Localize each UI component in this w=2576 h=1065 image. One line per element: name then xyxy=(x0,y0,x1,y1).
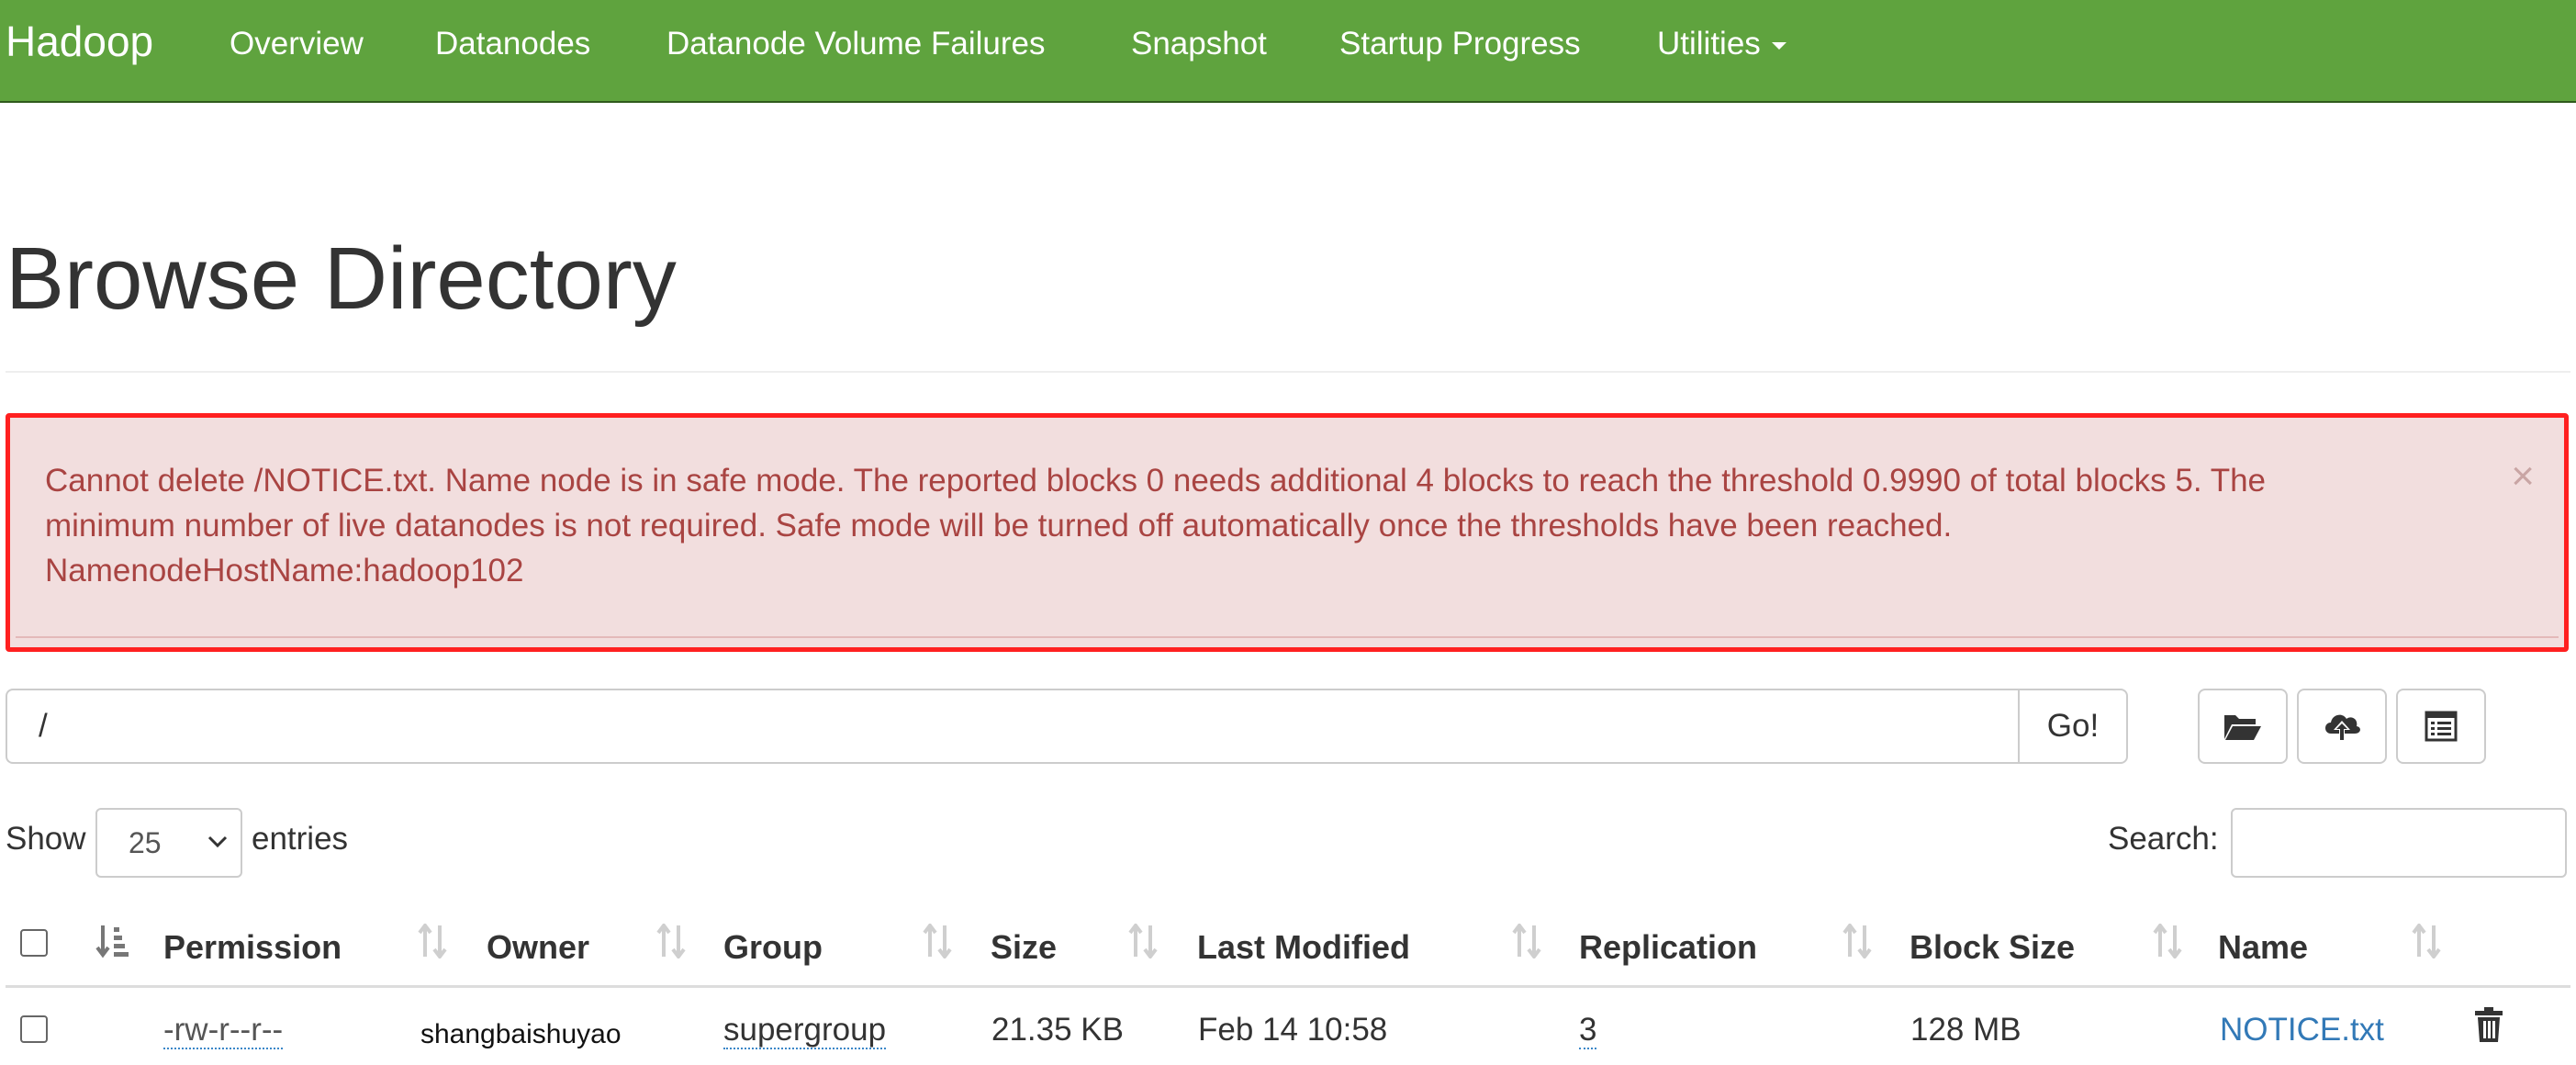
sort-icon[interactable] xyxy=(655,924,689,958)
last-modified-cell: Feb 14 10:58 xyxy=(1198,1012,1388,1048)
show-label: Show xyxy=(6,821,86,857)
search-input[interactable] xyxy=(2231,808,2567,878)
alert-line: NamenodeHostName:hadoop102 xyxy=(45,553,524,589)
permission-cell[interactable]: -rw-r--r-- xyxy=(163,1014,284,1049)
brand-link[interactable]: Hadoop xyxy=(6,20,153,62)
column-header-replication[interactable]: Replication xyxy=(1579,931,1757,964)
nav-datanode-volume-failures[interactable]: Datanode Volume Failures xyxy=(666,28,1045,60)
close-icon[interactable]: × xyxy=(2511,456,2535,497)
select-all-checkbox[interactable] xyxy=(20,929,48,957)
nav-datanodes[interactable]: Datanodes xyxy=(435,28,590,60)
go-button[interactable]: Go! xyxy=(2018,689,2128,764)
sort-icon[interactable] xyxy=(1127,924,1160,958)
search-label: Search: xyxy=(2108,821,2219,857)
column-header-group[interactable]: Group xyxy=(723,931,823,964)
column-header-owner[interactable]: Owner xyxy=(487,931,589,964)
sort-amount-asc-icon[interactable] xyxy=(95,924,130,960)
nav-snapshot[interactable]: Snapshot xyxy=(1131,28,1267,60)
title-divider xyxy=(6,371,2570,373)
sort-icon[interactable] xyxy=(417,924,450,958)
column-header-size[interactable]: Size xyxy=(991,931,1057,964)
sort-icon[interactable] xyxy=(922,924,955,958)
column-header-block-size[interactable]: Block Size xyxy=(1910,931,2075,964)
table-header: Permission Owner Group Size Last Modifie… xyxy=(6,903,2570,988)
column-header-permission[interactable]: Permission xyxy=(163,931,342,964)
block-size-cell: 128 MB xyxy=(1910,1012,2022,1048)
nav-overview[interactable]: Overview xyxy=(230,28,364,60)
file-name-link[interactable]: NOTICE.txt xyxy=(2220,1014,2384,1046)
alert-line: minimum number of live datanodes is not … xyxy=(45,508,1953,544)
page-title: Browse Directory xyxy=(6,230,677,328)
entries-label: entries xyxy=(252,821,349,857)
trash-icon[interactable] xyxy=(2473,1006,2504,1043)
column-header-last-modified[interactable]: Last Modified xyxy=(1197,931,1410,964)
sort-icon[interactable] xyxy=(2411,924,2444,958)
alert-message: Cannot delete /NOTICE.txt. Name node is … xyxy=(45,458,2450,593)
size-cell: 21.35 KB xyxy=(991,1012,1124,1048)
row-select-checkbox[interactable] xyxy=(20,1015,48,1043)
nav-utilities-dropdown[interactable]: Utilities xyxy=(1657,28,1786,60)
folder-open-icon xyxy=(2224,715,2261,740)
error-alert: Cannot delete /NOTICE.txt. Name node is … xyxy=(6,413,2569,652)
replication-cell[interactable]: 3 xyxy=(1579,1014,1597,1049)
cloud-upload-icon xyxy=(2325,714,2360,741)
column-header-name[interactable]: Name xyxy=(2218,931,2308,964)
cut-paste-button[interactable] xyxy=(2396,689,2486,764)
owner-cell: shangbaishuyao xyxy=(420,1019,622,1049)
create-directory-button[interactable] xyxy=(2198,689,2288,764)
group-cell[interactable]: supergroup xyxy=(723,1014,887,1049)
caret-down-icon xyxy=(1771,41,1786,50)
navbar: Hadoop Overview Datanodes Datanode Volum… xyxy=(0,0,2576,103)
alert-line: Cannot delete /NOTICE.txt. Name node is … xyxy=(45,463,2266,499)
nav-startup-progress[interactable]: Startup Progress xyxy=(1339,28,1581,60)
entries-select-value: 25 xyxy=(129,826,162,859)
nav-utilities-label: Utilities xyxy=(1657,26,1761,62)
sort-icon[interactable] xyxy=(2152,924,2185,958)
sort-icon[interactable] xyxy=(1842,924,1875,958)
entries-per-page-select[interactable]: 25 xyxy=(95,808,242,878)
sort-icon[interactable] xyxy=(1511,924,1544,958)
directory-path-input[interactable]: / xyxy=(6,689,2020,764)
upload-files-button[interactable] xyxy=(2297,689,2387,764)
list-alt-icon xyxy=(2425,711,2458,742)
chevron-down-icon xyxy=(207,835,228,848)
